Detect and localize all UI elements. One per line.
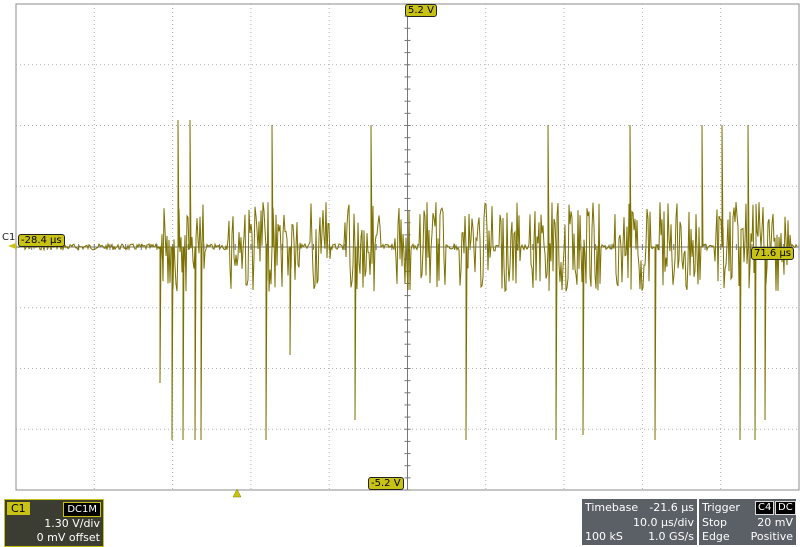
channel-1-panel[interactable]: C1 DC1M 1.30 V/div 0 mV offset: [4, 499, 104, 547]
timebase-delay: -21.6 µs: [649, 501, 694, 514]
bottom-level-marker[interactable]: -5.2 V: [368, 477, 404, 490]
trigger-slope: Positive: [750, 530, 793, 543]
channel-1-id: C1: [2, 232, 16, 243]
trigger-title: Trigger: [702, 501, 740, 514]
channel-coupling-badge: DC1M: [63, 502, 101, 517]
top-level-marker[interactable]: 5.2 V: [405, 4, 437, 17]
oscilloscope-screen: C1 5.2 V -5.2 V -28.4 µs 71.6 µs C1 DC1M…: [0, 0, 800, 547]
timebase-title: Timebase: [585, 501, 639, 514]
waveform-grid: [8, 3, 800, 498]
trigger-mode: Stop: [702, 516, 728, 529]
vertical-scale: 1.30 V/div: [44, 517, 100, 530]
timebase-scale: 10.0 µs/div: [633, 516, 694, 529]
trigger-source-badge: C4: [755, 501, 775, 515]
sample-rate: 1.0 GS/s: [648, 530, 694, 543]
channel-1-tag: C1: [7, 502, 30, 515]
trigger-coupling-badge: DC: [775, 501, 796, 515]
trigger-type: Edge: [702, 530, 730, 543]
trigger-level: 20 mV: [757, 516, 793, 529]
trigger-panel[interactable]: Trigger C4 DC Stop 20 mV Edge Positive: [699, 499, 796, 545]
sample-count: 100 kS: [585, 530, 623, 543]
left-time-marker[interactable]: -28.4 µs: [18, 234, 65, 247]
channel-1-ground-icon[interactable]: [8, 243, 16, 249]
timebase-panel[interactable]: Timebase -21.6 µs 10.0 µs/div 100 kS 1.0…: [582, 499, 697, 545]
vertical-offset: 0 mV offset: [36, 531, 100, 544]
right-time-marker[interactable]: 71.6 µs: [751, 247, 795, 260]
